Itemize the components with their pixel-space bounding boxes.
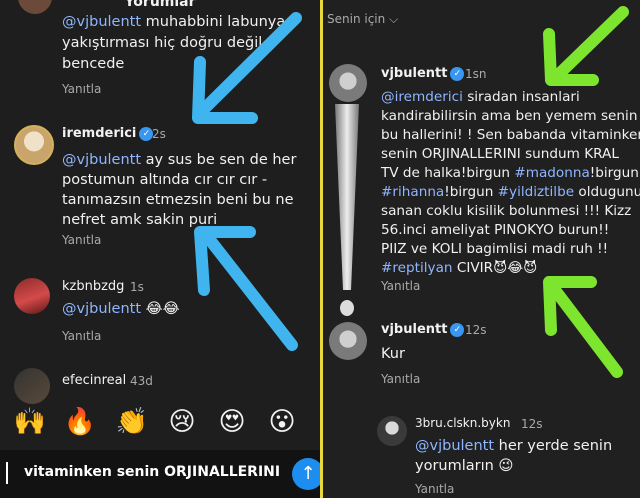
comment-text: bencede bbox=[62, 56, 125, 72]
avatar[interactable] bbox=[14, 125, 54, 165]
left-comments-panel: Yorumlar @vjbulentt muhabbini labunya ya… bbox=[0, 0, 320, 498]
sort-filter-dropdown[interactable]: Senin için ⌵ bbox=[327, 12, 398, 27]
comment-text-line: TV de halka!birgun #madonna!birgun bbox=[381, 164, 639, 183]
green-arrow-head bbox=[543, 276, 597, 336]
clap-emoji-button[interactable]: 👏 bbox=[114, 404, 150, 440]
sort-filter-label: Senin için bbox=[327, 12, 386, 26]
comment-text: !birgun bbox=[589, 165, 639, 181]
comment-text: tanımazsın etmezsin beni bu ne bbox=[62, 192, 294, 208]
fire-emoji-button[interactable]: 🔥 bbox=[62, 404, 98, 440]
mention-link[interactable]: @vjbulentt bbox=[415, 438, 494, 454]
right-comments-panel: Senin için ⌵ vjbulentt ✓ 1sn @iremderici … bbox=[323, 0, 640, 498]
comment-text: TV de halka!birgun bbox=[381, 165, 515, 181]
hashtag-link[interactable]: #rihanna bbox=[381, 184, 444, 200]
reply-button[interactable]: Yanıtla bbox=[62, 82, 101, 96]
comment-text: senin ORJINALLERINI sundum KRAL bbox=[381, 146, 619, 162]
comment-text-line: PIIZ ve KOLI bagimlisi madi ruh !! bbox=[381, 240, 608, 259]
comment-text: yorumların 😉 bbox=[415, 458, 514, 474]
avatar[interactable] bbox=[329, 322, 367, 360]
timestamp: 2s bbox=[152, 127, 166, 141]
comment-text-line: kandirabilirsin ama ben yemem senin bbox=[381, 107, 637, 126]
username[interactable]: kzbnbzdg bbox=[62, 279, 124, 294]
mention-link[interactable]: @vjbulentt bbox=[62, 301, 141, 317]
cry-emoji-button[interactable]: 😢 bbox=[164, 404, 200, 440]
timestamp: 12s bbox=[521, 417, 543, 431]
comment-text-line: #reptilyan CIVIR😈😂😈 bbox=[381, 259, 537, 278]
raised-hands-emoji-button[interactable]: 🙌 bbox=[12, 404, 48, 440]
exclamation-bar-icon bbox=[335, 104, 359, 290]
comment-text-line: @iremderici siradan insanlari bbox=[381, 88, 580, 107]
avatar[interactable] bbox=[329, 64, 367, 102]
timestamp: 1s bbox=[130, 280, 144, 294]
exclamation-dot-icon bbox=[340, 300, 354, 316]
blue-arrow-head bbox=[192, 56, 258, 124]
mention-link[interactable]: @iremderici bbox=[381, 89, 463, 105]
username[interactable]: 3bru.clskn.bykn bbox=[415, 416, 510, 430]
comment-text: bu hallerini! ! Sen babanda vitaminken bbox=[381, 127, 640, 143]
comment-text: postumun altında cır cır cır - bbox=[62, 172, 268, 188]
timestamp: 12s bbox=[465, 323, 487, 337]
comment-input[interactable]: vitaminken senin ORJINALLERINI bbox=[24, 464, 280, 480]
reply-button[interactable]: Yanıtla bbox=[62, 233, 101, 247]
avatar[interactable] bbox=[377, 416, 407, 446]
username[interactable]: iremderici bbox=[62, 126, 136, 141]
reply-button[interactable]: Yanıtla bbox=[62, 329, 101, 343]
emoji-quick-bar: 🙌 🔥 👏 😢 😍 😮 bbox=[0, 404, 320, 444]
reply-button[interactable]: Yanıtla bbox=[415, 482, 454, 496]
hashtag-link[interactable]: #madonna bbox=[514, 165, 589, 181]
username[interactable]: vjbulentt bbox=[381, 66, 447, 81]
username[interactable]: vjbulentt bbox=[381, 322, 447, 337]
comment-composer[interactable]: vitaminken senin ORJINALLERINI ↑ bbox=[0, 450, 320, 498]
green-arrow-shaft bbox=[549, 284, 623, 378]
comment-text: siradan insanlari bbox=[462, 89, 580, 105]
green-arrow-head bbox=[543, 28, 599, 86]
green-arrow-shaft bbox=[553, 6, 629, 80]
comment-text: !birgun bbox=[444, 184, 498, 200]
mention-link[interactable]: @vjbulentt bbox=[62, 152, 141, 168]
verified-badge-icon: ✓ bbox=[450, 67, 465, 81]
comment-text: ay sus be sen de her bbox=[141, 152, 297, 168]
comment-text: PIIZ ve KOLI bagimlisi madi ruh !! bbox=[381, 241, 609, 257]
comment-text: CIVIR😈😂😈 bbox=[452, 260, 538, 276]
reply-button[interactable]: Yanıtla bbox=[381, 372, 420, 386]
comment-text-line: sanan coklu kisilik bolunmesi !!! Kizz bbox=[381, 202, 631, 221]
reply-button[interactable]: Yanıtla bbox=[381, 279, 420, 293]
mention-link[interactable]: @vjbulentt bbox=[62, 14, 141, 30]
hashtag-link[interactable]: #reptilyan bbox=[381, 260, 453, 276]
comment-text: Kur bbox=[381, 346, 405, 362]
chevron-down-icon: ⌵ bbox=[389, 12, 399, 26]
comment-text: nefret amk sakin puri bbox=[62, 212, 218, 228]
comment-text: 56.inci ameliyat PINOKYO burun!! bbox=[381, 222, 610, 238]
comment-text: oldugunu bbox=[574, 184, 640, 200]
username[interactable]: efecinreal bbox=[62, 373, 126, 388]
avatar[interactable] bbox=[18, 0, 52, 14]
comment-text: sanan coklu kisilik bolunmesi !!! Kizz bbox=[381, 203, 632, 219]
screenshot-collage: Yorumlar @vjbulentt muhabbini labunya ya… bbox=[0, 0, 640, 498]
comment-text-line: #rihanna!birgun #yildiztilbe oldugunu bbox=[381, 183, 640, 202]
avatar[interactable] bbox=[14, 278, 50, 314]
verified-badge-icon: ✓ bbox=[450, 323, 465, 337]
comment-text: her yerde senin bbox=[494, 438, 613, 454]
avatar[interactable] bbox=[14, 368, 50, 404]
comment-text-line: 56.inci ameliyat PINOKYO burun!! bbox=[381, 221, 609, 240]
surprised-emoji-button[interactable]: 😮 bbox=[264, 404, 300, 440]
blue-arrow-head bbox=[194, 226, 256, 296]
comment-text-line: bu hallerini! ! Sen babanda vitaminken bbox=[381, 126, 640, 145]
send-button[interactable]: ↑ bbox=[292, 458, 320, 490]
hashtag-link[interactable]: #yildiztilbe bbox=[498, 184, 574, 200]
comment-text-line: senin ORJINALLERINI sundum KRAL bbox=[381, 145, 619, 164]
timestamp: 43d bbox=[130, 374, 153, 388]
comment-text: kandirabilirsin ama ben yemem senin bbox=[381, 108, 638, 124]
blue-arrow-shaft bbox=[204, 234, 298, 351]
text-caret bbox=[6, 462, 8, 484]
heart-eyes-emoji-button[interactable]: 😍 bbox=[214, 404, 250, 440]
timestamp: 1sn bbox=[465, 67, 487, 81]
comment-text: muhabbini labunya bbox=[141, 14, 286, 30]
comment-text: 😂😂 bbox=[141, 301, 180, 317]
comment-text: yakıştırması hiç doğru değil bbox=[62, 35, 263, 51]
